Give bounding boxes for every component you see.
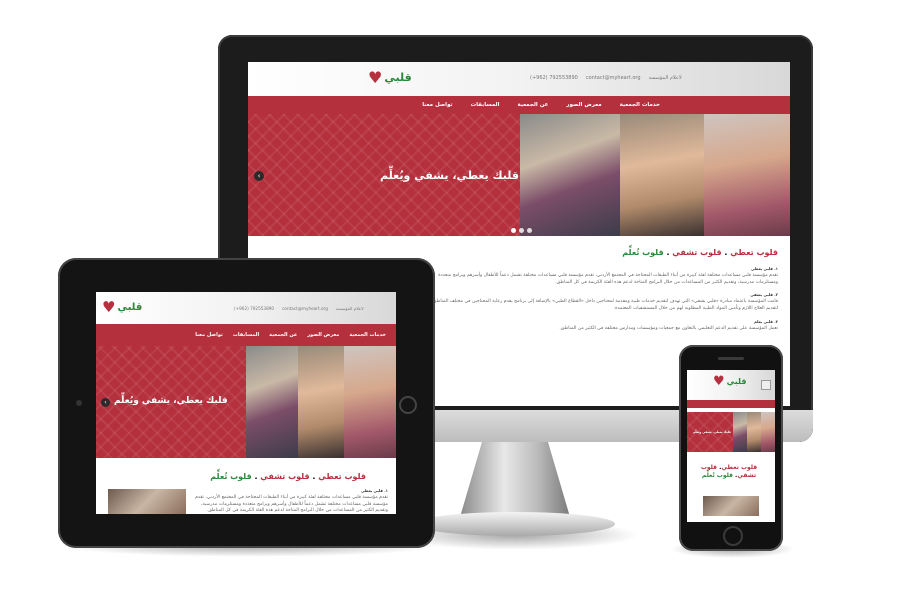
tablet-camera bbox=[76, 400, 82, 406]
logo-text: قلبي bbox=[117, 301, 143, 313]
hero-photo-smiling-man bbox=[298, 346, 344, 458]
contact-email[interactable]: contact@myheart.org bbox=[282, 306, 328, 311]
phone-screen: ♥ قلبي قلبك يعطي، يشفي ويُعلِّم قلوب تعط… bbox=[687, 370, 775, 522]
header-contact: (+962) 792553890 contact@myheart.org لاع… bbox=[530, 75, 682, 81]
content-paragraphs: ١. قلبي يعطي تقدم مؤسسة قلبي مساعدات مخت… bbox=[428, 266, 778, 338]
nav-item-about[interactable]: عن الجمعية bbox=[269, 332, 297, 338]
phone-speaker bbox=[718, 357, 744, 360]
main-nav: خدمات الجمعية معرض الصور عن الجمعية المس… bbox=[248, 96, 790, 114]
hero-photo-child bbox=[520, 114, 620, 236]
site-header: ♥ قلبي (+962) 792553890 contact@myheart.… bbox=[96, 292, 396, 324]
slider-dots bbox=[511, 228, 532, 233]
hero-photo-heart-hands bbox=[344, 346, 396, 458]
section-title: قلوب تعطي. قلوب تشفي. قلوب تُعلِّم bbox=[700, 464, 758, 480]
section-title: قلوب تعطي . قلوب تشفي . قلوب تُعلِّم bbox=[210, 472, 366, 481]
nav-item-contests[interactable]: المسابقات bbox=[233, 332, 259, 338]
monitor-stand-neck bbox=[460, 442, 570, 517]
title-part-heal: قلوب تشفي bbox=[672, 248, 722, 257]
content-thumbnail bbox=[703, 496, 759, 516]
hero-photo-child bbox=[246, 346, 298, 458]
logo-text: قلبي bbox=[726, 377, 747, 386]
title-part-give: قلوب تعطي bbox=[318, 472, 366, 481]
contact-label[interactable]: لاعلام المؤسسة bbox=[649, 75, 682, 81]
tablet-home-button bbox=[399, 396, 417, 414]
site-logo[interactable]: ♥ قلبي bbox=[368, 68, 412, 87]
paragraph-heading: ١. قلبي يعطي bbox=[361, 488, 388, 493]
paragraph-heading: ١. قلبي يعطي bbox=[751, 266, 778, 271]
contact-label[interactable]: لاعلام المؤسسة bbox=[336, 306, 364, 311]
site-logo[interactable]: ♥ قلبي bbox=[102, 298, 142, 316]
content-thumbnail bbox=[108, 489, 186, 514]
nav-item-gallery[interactable]: معرض الصور bbox=[307, 332, 339, 338]
slider-prev-arrow[interactable]: ‹ bbox=[254, 171, 264, 181]
site-header: ♥ قلبي (+962) 792553890 contact@myheart.… bbox=[248, 62, 790, 96]
title-part-give: قلوب تعطي bbox=[730, 248, 778, 257]
hero-slider: قلبك يعطي، يشفي ويُعلِّم ‹ › bbox=[248, 114, 790, 236]
hero-photo-smiling-man bbox=[747, 412, 761, 452]
phone-home-button bbox=[723, 526, 743, 546]
contact-phone[interactable]: (+962) 792553890 bbox=[234, 306, 274, 311]
title-part-teach: قلوب تُعلِّم bbox=[701, 472, 733, 480]
nav-item-contact[interactable]: تواصل معنا bbox=[195, 332, 223, 338]
paragraph-text: تقدم مؤسسة قلبي مساعدات مختلفة لفئة كبير… bbox=[195, 495, 388, 514]
hero-photo-heart-hands bbox=[761, 412, 775, 452]
hero-slider: قلبك يعطي، يشفي ويُعلِّم bbox=[687, 412, 775, 452]
main-nav: خدمات الجمعية معرض الصور عن الجمعية المس… bbox=[96, 324, 396, 346]
heart-logo-icon: ♥ bbox=[368, 68, 383, 87]
title-part-teach: قلوب تُعلِّم bbox=[622, 248, 664, 257]
hero-photo-heart-hands bbox=[704, 114, 790, 236]
nav-item-about[interactable]: عن الجمعية bbox=[518, 102, 549, 108]
hero-tagline: قلبك يعطي، يشفي ويُعلِّم bbox=[114, 396, 228, 406]
hero-slider: قلبك يعطي، يشفي ويُعلِّم ‹ bbox=[96, 346, 396, 458]
mobile-menu-icon[interactable] bbox=[761, 380, 771, 390]
site-logo[interactable]: ♥ قلبي bbox=[713, 374, 747, 389]
title-part-teach: قلوب تُعلِّم bbox=[210, 472, 252, 481]
nav-item-services[interactable]: خدمات الجمعية bbox=[349, 332, 386, 338]
paragraph-text: تعمل المؤسسة على تقديم الدعم التعليمي با… bbox=[559, 325, 778, 331]
nav-item-gallery[interactable]: معرض الصور bbox=[566, 102, 601, 108]
section-title: قلوب تعطي . قلوب تشفي . قلوب تُعلِّم bbox=[622, 248, 778, 257]
hero-photo-child bbox=[733, 412, 747, 452]
website-tablet: ♥ قلبي (+962) 792553890 contact@myheart.… bbox=[96, 292, 396, 514]
main-nav bbox=[687, 400, 775, 408]
hero-photo-smiling-man bbox=[620, 114, 704, 236]
slider-dot[interactable] bbox=[519, 228, 524, 233]
title-part-give: قلوب تعطي bbox=[721, 464, 758, 471]
tablet-screen: ♥ قلبي (+962) 792553890 contact@myheart.… bbox=[96, 292, 396, 514]
heart-logo-icon: ♥ bbox=[713, 374, 725, 389]
slider-dot[interactable] bbox=[527, 228, 532, 233]
contact-phone[interactable]: (+962) 792553890 bbox=[530, 75, 578, 81]
logo-text: قلبي bbox=[384, 71, 412, 84]
slider-dot[interactable] bbox=[511, 228, 516, 233]
paragraph-heading: ٢. قلبي يشفي bbox=[750, 292, 778, 298]
hero-tagline: قلبك يعطي، يشفي ويُعلِّم bbox=[693, 430, 731, 434]
paragraph-text: تقدم مؤسسة قلبي مساعدات مختلفة لفئة كبير… bbox=[438, 273, 778, 285]
site-header: ♥ قلبي bbox=[687, 370, 775, 400]
paragraph-text: قامت المؤسسة باعتماد مبادرة «قلبي يشفي» … bbox=[432, 299, 778, 311]
header-contact: (+962) 792553890 contact@myheart.org لاع… bbox=[234, 306, 364, 311]
nav-item-contact[interactable]: تواصل معنا bbox=[422, 102, 452, 108]
website-mobile: ♥ قلبي قلبك يعطي، يشفي ويُعلِّم قلوب تعط… bbox=[687, 370, 775, 522]
content-paragraphs: ١. قلبي يعطي تقدم مؤسسة قلبي مساعدات مخت… bbox=[192, 488, 388, 514]
nav-item-contests[interactable]: المسابقات bbox=[471, 102, 500, 108]
monitor-stand-base bbox=[415, 512, 615, 536]
slider-prev-arrow[interactable]: ‹ bbox=[101, 398, 110, 407]
hero-tagline: قلبك يعطي، يشفي ويُعلِّم bbox=[380, 169, 519, 182]
nav-item-services[interactable]: خدمات الجمعية bbox=[620, 102, 660, 108]
paragraph-heading: ٣. قلبي يعلم bbox=[754, 318, 778, 324]
heart-logo-icon: ♥ bbox=[102, 298, 116, 316]
title-part-heal: قلوب تشفي bbox=[260, 472, 310, 481]
contact-email[interactable]: contact@myheart.org bbox=[586, 75, 641, 81]
